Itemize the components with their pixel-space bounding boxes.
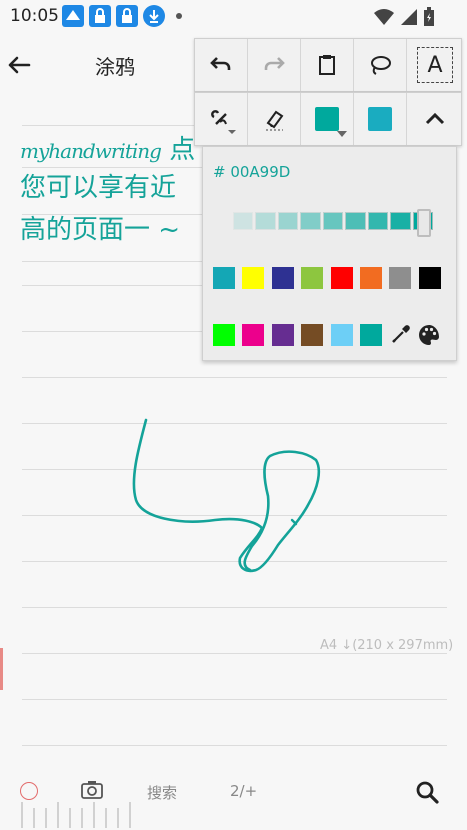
opacity-segment (367, 212, 389, 230)
color-swatch[interactable] (213, 267, 235, 289)
opacity-segment (390, 212, 411, 230)
text-tool-button[interactable]: A (407, 39, 463, 91)
color-swatch[interactable] (330, 267, 353, 289)
color-swatch[interactable] (271, 267, 294, 289)
palette-icon[interactable] (417, 323, 441, 347)
pen-settings-button[interactable] (195, 93, 248, 145)
color-swatch[interactable] (271, 324, 294, 346)
color-swatch[interactable] (301, 267, 324, 289)
color-picker-panel: # 00A99D (202, 146, 457, 361)
opacity-segment (345, 212, 366, 230)
opacity-slider[interactable] (233, 210, 433, 232)
opacity-segment (233, 212, 254, 230)
eraser-button[interactable] (248, 93, 301, 145)
opacity-slider-handle[interactable] (417, 209, 431, 237)
undo-icon (210, 57, 231, 70)
page-margin-marker (0, 648, 3, 690)
color-swatch[interactable] (330, 324, 353, 346)
color-swatch[interactable] (360, 324, 382, 346)
collapse-icon (425, 112, 445, 125)
collapse-toolbar-button[interactable] (407, 93, 463, 145)
color-swatch[interactable] (389, 267, 412, 289)
toolbar-row-1: A (194, 38, 462, 92)
bottom-bar: 搜索 2/+ (0, 770, 467, 830)
color-swatch[interactable] (301, 324, 324, 346)
opacity-segment (300, 212, 321, 230)
hex-color-value[interactable]: # 00A99D (213, 163, 290, 181)
highlight-color-button[interactable] (354, 93, 407, 145)
app-root: 10:05 涂鸦 myhandwriting 点 您可以享有近 高的页面一 ~ … (0, 0, 467, 830)
opacity-segment (255, 212, 276, 230)
clipboard-icon (319, 55, 335, 75)
search-label[interactable]: 搜索 (147, 782, 177, 803)
toolbar-row-2 (194, 92, 462, 146)
undo-button[interactable] (195, 39, 248, 91)
text-tool-icon: A (417, 47, 453, 83)
pen-color-swatch (315, 107, 339, 131)
dropdown-caret-icon (337, 131, 347, 137)
pen-settings-icon (211, 110, 236, 134)
page-indicator[interactable]: 2/+ (230, 782, 257, 800)
lasso-button[interactable] (354, 39, 407, 91)
lasso-icon (371, 56, 391, 75)
highlight-color-swatch (368, 107, 392, 131)
eraser-icon (266, 110, 284, 131)
redo-icon (264, 57, 285, 70)
color-swatch[interactable] (418, 267, 441, 289)
opacity-segment (322, 212, 344, 230)
clipboard-button[interactable] (301, 39, 354, 91)
pen-color-button[interactable] (301, 93, 354, 145)
color-swatch[interactable] (242, 324, 265, 346)
color-swatch[interactable] (360, 267, 382, 289)
page-size-label: A4 ↓(210 x 297mm) (320, 638, 454, 653)
redo-button[interactable] (248, 39, 301, 91)
eyedropper-icon[interactable] (390, 323, 412, 345)
camera-icon[interactable] (80, 779, 104, 801)
color-swatch[interactable] (213, 324, 235, 346)
search-icon[interactable] (414, 779, 440, 805)
opacity-segment (277, 212, 299, 230)
color-swatch[interactable] (242, 267, 265, 289)
